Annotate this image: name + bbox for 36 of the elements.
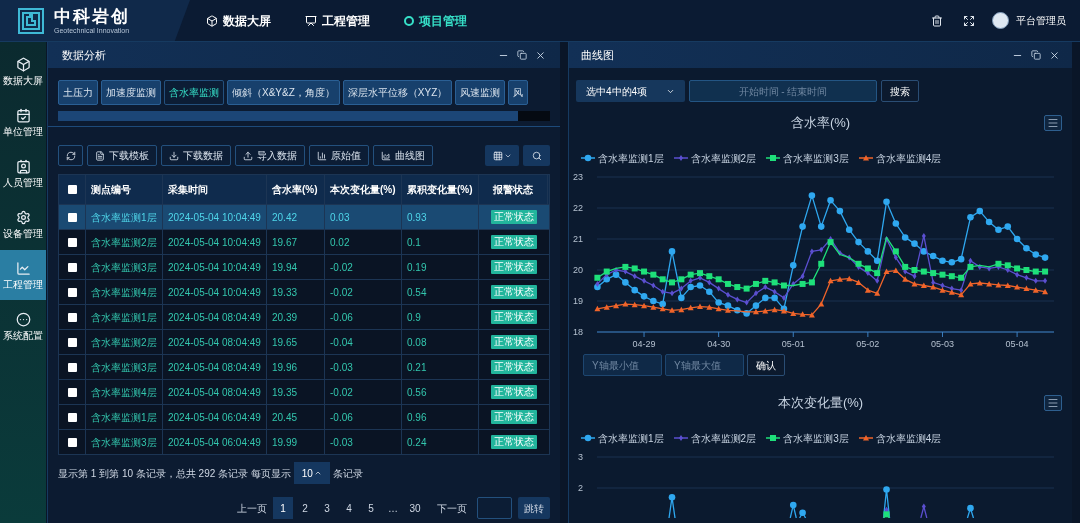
y-axis-label: 3 — [578, 452, 583, 462]
brand-title: 中科岩创 — [54, 7, 130, 25]
panel-title: 数据分析 — [62, 47, 106, 63]
status-badge: 正常状态 — [490, 360, 537, 374]
record-summary: 显示第 1 到第 10 条记录，总共 292 条记录 每页显示 — [58, 466, 291, 481]
table-cell: -0.03 — [325, 430, 402, 454]
y-axis-label: 23 — [573, 172, 583, 182]
y-axis-label: 2 — [578, 483, 583, 493]
status-badge: 正常状态 — [490, 410, 537, 424]
y-axis-label: 21 — [573, 234, 583, 244]
x-axis-label: 04-30 — [707, 339, 731, 349]
panel-title: 曲线图 — [581, 47, 614, 63]
table-cell: 0.24 — [402, 430, 479, 454]
x-axis-label: 05-02 — [856, 339, 880, 349]
x-axis-label: 05-03 — [930, 339, 954, 349]
x-axis-label: 04-29 — [632, 339, 656, 349]
status-badge: 正常状态 — [490, 235, 537, 249]
status-badge: 正常状态 — [490, 335, 537, 349]
status-badge: 正常状态 — [490, 210, 537, 224]
table-cell: 19.99 — [267, 430, 325, 454]
chart-title: 含水率(%) — [790, 114, 851, 133]
status-badge: 正常状态 — [490, 260, 537, 274]
table-cell: 含水率监测3层 — [86, 430, 163, 454]
status-badge: 正常状态 — [490, 435, 537, 449]
y-axis-label: 18 — [573, 327, 583, 337]
status-badge: 正常状态 — [490, 285, 537, 299]
status-badge: 正常状态 — [490, 385, 537, 399]
x-axis-label: 05-01 — [781, 339, 805, 349]
y-axis-label: 19 — [573, 296, 583, 306]
page-size-suffix: 条记录 — [332, 466, 363, 481]
x-axis-label: 05-04 — [1005, 339, 1029, 349]
y-axis-label: 22 — [573, 203, 583, 213]
status-badge: 正常状态 — [490, 310, 537, 324]
chart-title: 本次变化量(%) — [777, 394, 864, 413]
y-axis-label: 20 — [573, 265, 583, 275]
table-cell: 2024-05-04 06:04:49 — [163, 430, 267, 454]
